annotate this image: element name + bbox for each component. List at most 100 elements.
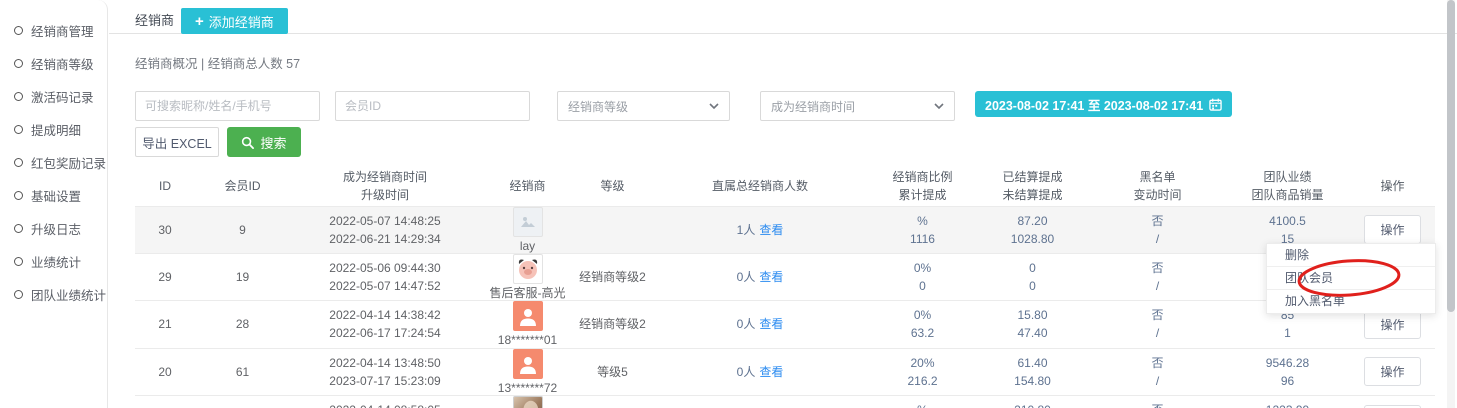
search-button[interactable]: 搜索 <box>227 127 301 157</box>
cell-commission: 61.40154.80 <box>975 348 1090 395</box>
cell-blacklist: 否/ <box>1090 348 1225 395</box>
circle-bullet-icon <box>14 92 23 101</box>
view-link[interactable]: 查看 <box>759 317 783 331</box>
sidebar-item-upgrade-log[interactable]: 升级日志 <box>0 212 107 245</box>
sidebar-item-redpacket-record[interactable]: 红包奖励记录 <box>0 146 107 179</box>
cell-time: 2022-04-14 08:58:052022-09-02 11:52:52 <box>290 396 480 408</box>
dealer-nickname: lay <box>520 239 535 253</box>
cell-id: 30 <box>135 206 195 253</box>
become-dealer-time-select[interactable]: 成为经销商时间 <box>760 91 955 121</box>
date-range-button[interactable]: 2023-08-02 17:41 至 2023-08-02 17:41 <box>975 91 1232 117</box>
dealer-nickname: 18*******01 <box>498 333 557 347</box>
circle-bullet-icon <box>14 290 23 299</box>
row-action-button[interactable]: 操作 <box>1364 357 1420 386</box>
cell-level: 等级5 <box>575 348 650 395</box>
cell-level <box>575 206 650 253</box>
cell-member-id: 9 <box>195 206 290 253</box>
sidebar-item-commission-detail[interactable]: 提成明细 <box>0 113 107 146</box>
cell-blacklist: 否/ <box>1090 253 1225 300</box>
calendar-icon <box>1209 98 1222 111</box>
table-header-row: ID 会员ID 成为经销商时间升级时间 经销商 等级 直属总经销商人数 经销商比… <box>135 168 1435 206</box>
cell-team: 1223.994 <box>1225 396 1350 408</box>
circle-bullet-icon <box>14 59 23 68</box>
cell-member-id: 19 <box>195 253 290 300</box>
cell-direct-count: 0人查看 <box>650 396 870 408</box>
sidebar-item-basic-settings[interactable]: 基础设置 <box>0 179 107 212</box>
sidebar-item-label: 经销商管理 <box>31 21 94 40</box>
cell-dealer: 售后客服-高光 <box>480 253 575 300</box>
broken-image-icon <box>513 207 543 237</box>
sidebar-item-team-performance-stats[interactable]: 团队业绩统计 <box>0 278 107 311</box>
cell-level: 经销商等级2 <box>575 301 650 348</box>
cell-time: 2022-05-07 14:48:252022-06-21 14:29:34 <box>290 206 480 253</box>
cell-dealer: 售后客服- <box>480 396 575 408</box>
cell-commission: 210.804113.83 <box>975 396 1090 408</box>
cell-ratio: %4427.63 <box>870 396 975 408</box>
cell-dealer: lay <box>480 206 575 253</box>
sidebar-item-dealer-level[interactable]: 经销商等级 <box>0 47 107 80</box>
export-excel-button[interactable]: 导出 EXCEL <box>135 127 219 157</box>
cell-member-id: 61 <box>195 348 290 395</box>
scrollbar-thumb[interactable] <box>1447 0 1455 312</box>
cell-member-id: 28 <box>195 301 290 348</box>
cell-dealer: 13*******72 <box>480 348 575 395</box>
cell-direct-count: 0人查看 <box>650 253 870 300</box>
tab-bar: 经销商 + 添加经销商 <box>109 0 1457 34</box>
col-header-commission: 已结算提成未结算提成 <box>975 168 1090 206</box>
cell-time: 2022-04-14 14:38:422022-06-17 17:24:54 <box>290 301 480 348</box>
cell-direct-count: 0人查看 <box>650 301 870 348</box>
vertical-scrollbar <box>1447 0 1455 408</box>
sidebar-item-label: 升级日志 <box>31 219 81 238</box>
search-icon <box>241 136 254 149</box>
date-range-text: 2023-08-02 17:41 至 2023-08-02 17:41 <box>985 95 1203 114</box>
view-link[interactable]: 查看 <box>759 270 783 284</box>
cell-id: 21 <box>135 301 195 348</box>
col-header-action: 操作 <box>1350 168 1435 206</box>
pig-cartoon-avatar <box>513 254 543 284</box>
cell-blacklist: 否/ <box>1090 206 1225 253</box>
add-dealer-button[interactable]: + 添加经销商 <box>181 8 288 34</box>
cell-commission: 15.8047.40 <box>975 301 1090 348</box>
circle-bullet-icon <box>14 26 23 35</box>
row-action-button[interactable]: 操作 <box>1364 215 1420 244</box>
chevron-down-icon <box>709 101 719 111</box>
dealer-level-select[interactable]: 经销商等级 <box>557 91 730 121</box>
photo-avatar <box>513 396 543 408</box>
cell-blacklist: 否/ <box>1090 396 1225 408</box>
col-header-ratio: 经销商比例累计提成 <box>870 168 975 206</box>
table-row: 21 28 2022-04-14 14:38:422022-06-17 17:2… <box>135 301 1435 348</box>
cell-id: 29 <box>135 253 195 300</box>
cell-id: 19 <box>135 396 195 408</box>
sidebar-item-performance-stats[interactable]: 业绩统计 <box>0 245 107 278</box>
keyword-search-input[interactable] <box>135 91 320 121</box>
col-header-id: ID <box>135 168 195 206</box>
menu-item-delete[interactable]: 删除 <box>1267 244 1435 267</box>
person-placeholder-icon <box>513 349 543 379</box>
cell-time: 2022-05-06 09:44:302022-05-07 14:47:52 <box>290 253 480 300</box>
dealer-nickname: 13*******72 <box>498 381 557 395</box>
sidebar-item-activation-code[interactable]: 激活码记录 <box>0 80 107 113</box>
cell-commission: 87.201028.80 <box>975 206 1090 253</box>
add-dealer-label: 添加经销商 <box>209 12 274 31</box>
col-header-blacklist: 黑名单变动时间 <box>1090 168 1225 206</box>
row-action-button[interactable]: 操作 <box>1364 310 1420 339</box>
cell-team: 9546.2896 <box>1225 348 1350 395</box>
cell-action: 操作 <box>1350 348 1435 395</box>
cell-direct-count: 1人查看 <box>650 206 870 253</box>
table-row: 30 9 2022-05-07 14:48:252022-06-21 14:29… <box>135 206 1435 253</box>
view-link[interactable]: 查看 <box>759 223 783 237</box>
table-row: 29 19 2022-05-06 09:44:302022-05-07 14:4… <box>135 253 1435 300</box>
tab-dealer[interactable]: 经销商 <box>135 10 174 29</box>
dealer-table: ID 会员ID 成为经销商时间升级时间 经销商 等级 直属总经销商人数 经销商比… <box>135 168 1435 408</box>
view-link[interactable]: 查看 <box>759 365 783 379</box>
search-button-label: 搜索 <box>260 133 286 152</box>
sidebar-item-label: 团队业绩统计 <box>31 285 106 304</box>
member-id-input[interactable] <box>335 91 530 121</box>
cell-member-id: 16 <box>195 396 290 408</box>
main-content: 经销商 + 添加经销商 经销商概况 | 经销商总人数 57 经销商等级 成为经销… <box>109 0 1457 408</box>
cell-time: 2022-04-14 13:48:502023-07-17 15:23:09 <box>290 348 480 395</box>
menu-item-add-to-blacklist[interactable]: 加入黑名单 <box>1267 290 1435 313</box>
row-action-dropdown-menu: 删除 团队会员 加入黑名单 <box>1266 243 1436 314</box>
menu-item-team-members[interactable]: 团队会员 <box>1267 267 1435 290</box>
sidebar-item-dealer-management[interactable]: 经销商管理 <box>0 14 107 47</box>
